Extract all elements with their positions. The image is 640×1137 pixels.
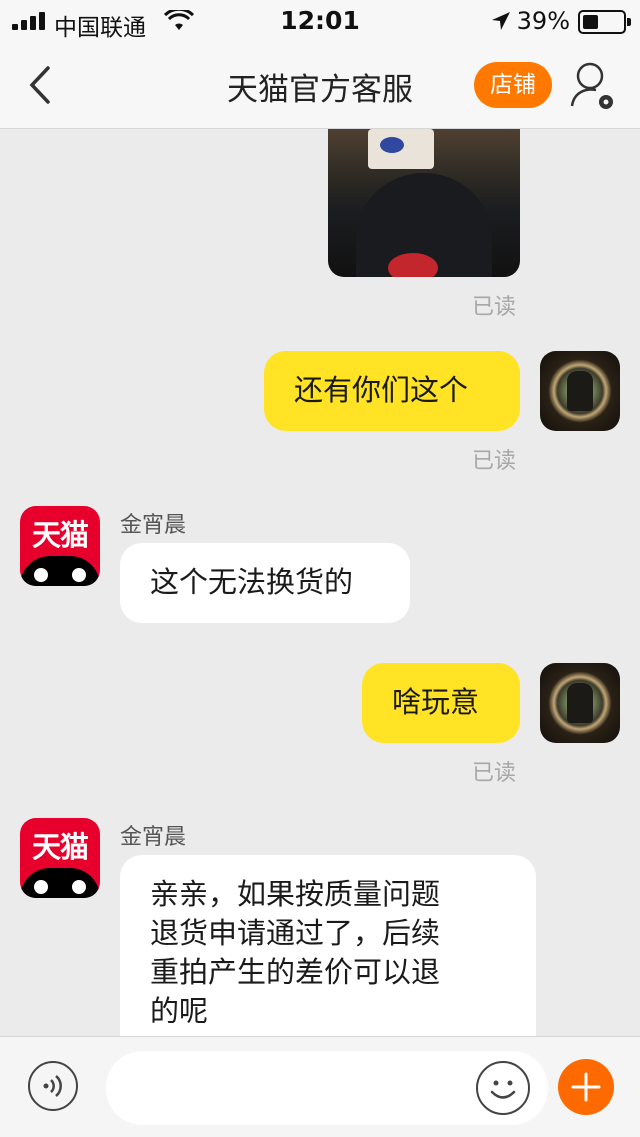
agent-message-bubble[interactable]: 亲亲，如果按质量问题 退货申请通过了，后续 重拍产生的差价可以退 的呢 (120, 855, 536, 1036)
user-settings-icon[interactable] (568, 58, 620, 114)
plus-icon[interactable] (558, 1059, 614, 1115)
my-message-bubble[interactable]: 还有你们这个 (264, 351, 520, 431)
message-line: 重拍产生的差价可以退 (150, 955, 441, 989)
my-avatar[interactable] (540, 663, 620, 743)
read-receipt: 已读 (472, 449, 517, 474)
location-arrow-icon (492, 12, 510, 30)
battery-percent: 39% (516, 7, 570, 35)
input-bar (0, 1036, 640, 1137)
message-line: 亲亲，如果按质量问题 (150, 877, 441, 911)
my-avatar[interactable] (540, 351, 620, 431)
tmall-avatar[interactable]: 天猫 (20, 818, 100, 898)
tmall-avatar[interactable]: 天猫 (20, 506, 100, 586)
chat-area[interactable]: 已读 还有你们这个 已读 天猫 金宵晨 这个无法换货的 啥玩意 已读 天猫 金宵… (0, 129, 640, 1036)
message-line: 退货申请通过了，后续 (150, 916, 441, 950)
nav-header: 天猫官方客服 店铺 (0, 40, 640, 129)
shop-button[interactable]: 店铺 (474, 62, 552, 108)
status-bar: 中国联通 12:01 39% (0, 0, 640, 41)
my-message-bubble[interactable]: 啥玩意 (362, 663, 520, 743)
sender-name: 金宵晨 (120, 513, 187, 538)
read-receipt: 已读 (472, 761, 517, 786)
emoji-icon[interactable] (476, 1061, 530, 1115)
image-message[interactable] (328, 129, 520, 277)
read-receipt: 已读 (472, 295, 517, 320)
message-line: 的呢 (150, 994, 209, 1028)
agent-message-bubble[interactable]: 这个无法换货的 (120, 543, 410, 623)
sender-name: 金宵晨 (120, 825, 187, 850)
battery-icon (578, 10, 631, 34)
voice-icon[interactable] (28, 1061, 78, 1111)
